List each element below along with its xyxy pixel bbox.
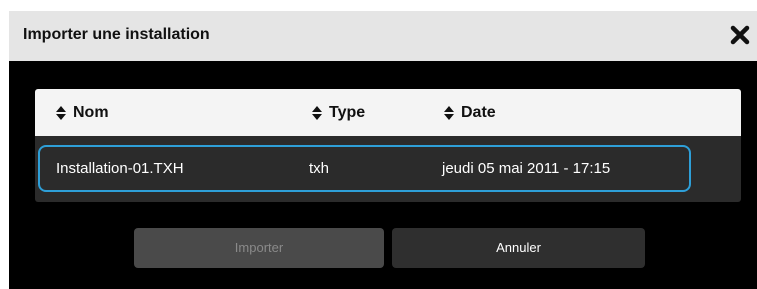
column-label-type: Type bbox=[329, 103, 366, 121]
cell-type: txh bbox=[309, 160, 330, 177]
column-header-type[interactable]: Type bbox=[311, 89, 365, 136]
sort-icon bbox=[56, 105, 66, 120]
close-icon[interactable] bbox=[729, 24, 751, 46]
file-table: Nom Type Date Installation-01.TXH txh je… bbox=[35, 89, 741, 202]
table-header: Nom Type Date bbox=[35, 89, 741, 136]
column-header-nom[interactable]: Nom bbox=[55, 89, 109, 136]
column-header-date[interactable]: Date bbox=[443, 89, 496, 136]
cancel-button[interactable]: Annuler bbox=[392, 228, 645, 268]
table-row-selected[interactable]: Installation-01.TXH txh jeudi 05 mai 201… bbox=[38, 145, 691, 192]
column-label-nom: Nom bbox=[73, 103, 109, 121]
window-top-strip bbox=[0, 0, 757, 11]
cell-nom: Installation-01.TXH bbox=[56, 160, 184, 177]
dialog-titlebar: Importer une installation bbox=[9, 11, 757, 61]
sort-icon bbox=[312, 105, 322, 120]
sort-icon bbox=[444, 105, 454, 120]
import-button[interactable]: Importer bbox=[134, 228, 384, 268]
column-label-date: Date bbox=[461, 103, 496, 121]
import-dialog: Importer une installation Nom Type Date … bbox=[9, 11, 757, 289]
dialog-title: Importer une installation bbox=[23, 26, 210, 43]
cell-date: jeudi 05 mai 2011 - 17:15 bbox=[442, 160, 611, 177]
